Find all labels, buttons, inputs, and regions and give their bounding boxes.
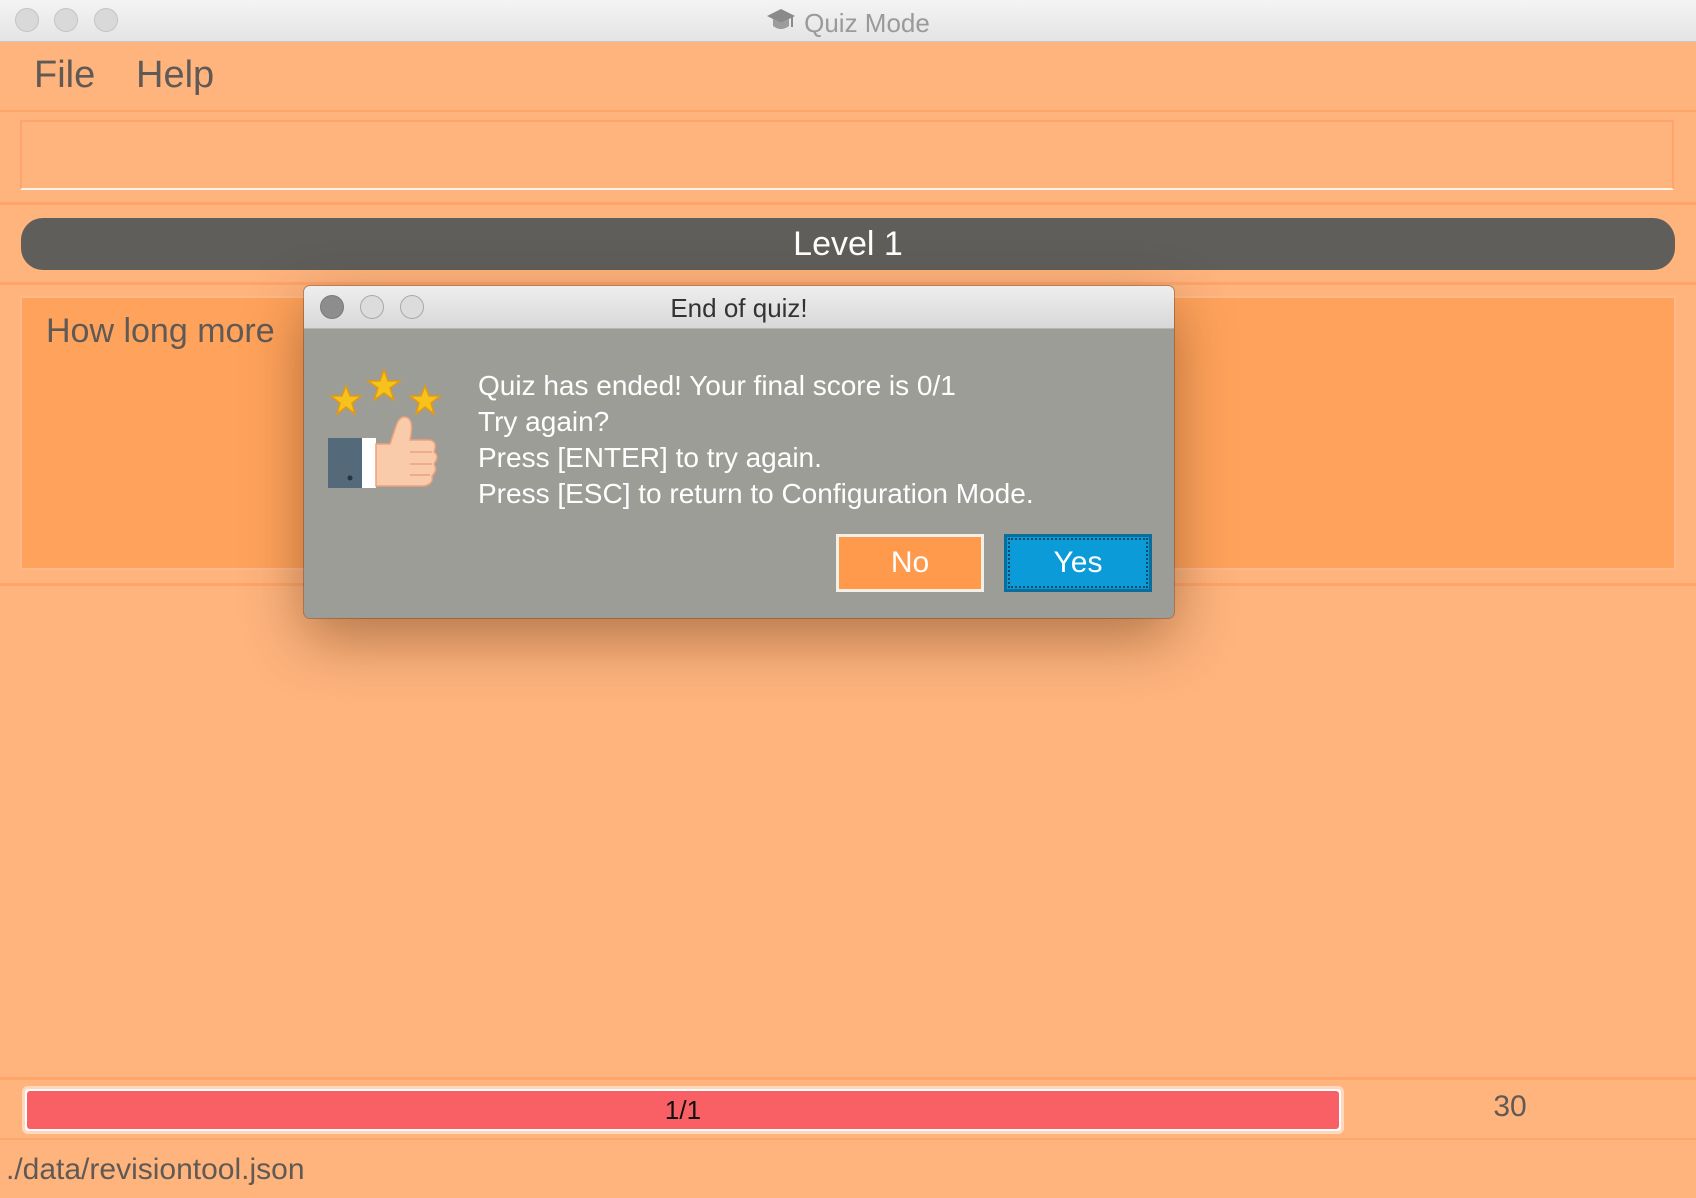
dialog-title: End of quiz!	[670, 293, 808, 323]
timer: 30	[1493, 1090, 1527, 1123]
window-title: Quiz Mode	[0, 6, 1696, 43]
no-button[interactable]: No	[836, 534, 984, 592]
divider	[0, 282, 1696, 285]
progress-label: 1/1	[664, 1095, 702, 1125]
menu-file[interactable]: File	[34, 54, 95, 97]
divider	[0, 202, 1696, 205]
window-titlebar: Quiz Mode	[0, 0, 1696, 42]
dialog-titlebar: End of quiz!	[304, 286, 1174, 329]
dialog-message-line: Press [ESC] to return to Configuration M…	[478, 478, 1034, 509]
divider	[0, 1077, 1696, 1080]
status-file-path: ./data/revisiontool.json	[6, 1153, 305, 1186]
divider	[0, 1138, 1696, 1140]
window-title-text: Quiz Mode	[804, 8, 930, 38]
dialog-message-line: Press [ENTER] to try again.	[478, 442, 822, 473]
level-indicator: Level 1	[21, 218, 1675, 270]
menu-help[interactable]: Help	[136, 54, 214, 97]
yes-button[interactable]: Yes	[1004, 534, 1152, 592]
question-text: How long more	[46, 312, 275, 350]
end-of-quiz-dialog: End of quiz! Quiz has ended! Your final …	[304, 286, 1174, 618]
command-input[interactable]	[20, 120, 1674, 190]
dialog-message-line: Try again?	[478, 406, 610, 437]
menu-bar: File Help	[0, 42, 1696, 112]
progress-bar: 1/1	[22, 1086, 1344, 1134]
dialog-message: Quiz has ended! Your final score is 0/1 …	[478, 368, 1034, 512]
thumbs-up-stars-icon	[326, 348, 446, 488]
graduation-cap-icon	[766, 6, 796, 43]
dialog-message-line: Quiz has ended! Your final score is 0/1	[478, 370, 956, 401]
